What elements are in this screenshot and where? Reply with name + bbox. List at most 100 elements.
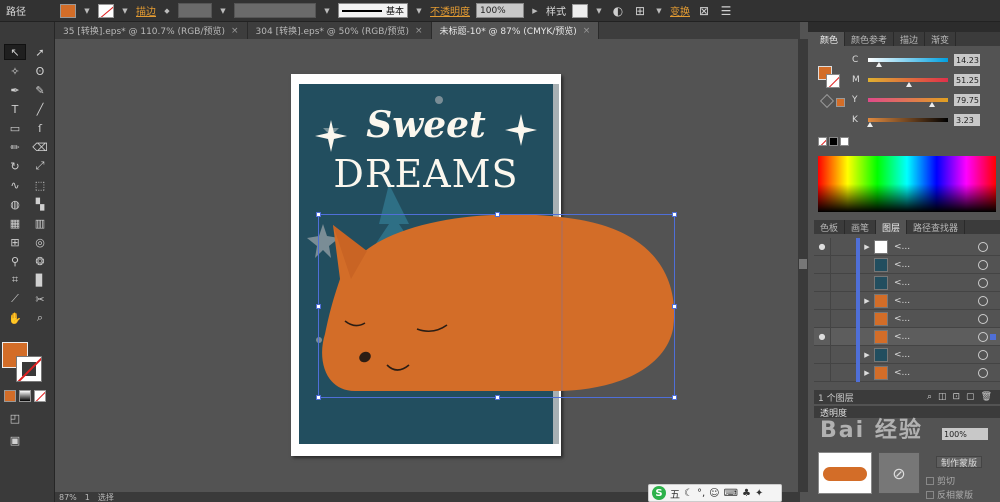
rotate-tool-icon[interactable]: ↻ [4,158,26,174]
rectangle-tool-icon[interactable]: ▭ [4,120,26,136]
target-icon[interactable] [978,367,988,378]
none-swatch[interactable] [818,137,827,146]
layer-row[interactable]: <... [814,273,1000,292]
scale-tool-icon[interactable]: ⤢ [29,158,51,174]
direct-selection-tool-icon[interactable]: ➚ [29,44,51,60]
lock-toggle[interactable] [830,273,846,292]
resize-handle[interactable] [495,212,500,217]
color-stroke-box[interactable] [826,74,840,88]
slider-marker[interactable] [876,62,883,67]
tab-color-guide[interactable]: 颜色参考 [845,32,895,46]
resize-handle[interactable] [316,395,321,400]
align-icon[interactable]: ⊞ [632,3,648,19]
eye-icon[interactable]: ● [814,242,830,251]
free-transform-tool-icon[interactable]: ⬚ [29,177,51,193]
type-tool-icon[interactable]: T [4,101,26,117]
recolor-icon[interactable]: ◐ [610,3,626,19]
layer-row[interactable]: <... [814,309,1000,328]
invert-mask-checkbox[interactable]: 反相蒙版 [926,488,973,501]
fill-swatch[interactable] [60,3,76,18]
stroke-label[interactable]: 描边 [136,3,156,18]
column-graph-tool-icon[interactable]: ▊ [29,272,51,288]
delete-layer-icon[interactable]: 🗑 [981,392,992,402]
stroke-weight-dropdown-icon[interactable]: ▼ [218,4,228,18]
lock-toggle[interactable] [830,291,846,310]
screen-mode-icon[interactable]: ▣ [4,432,26,448]
lock-toggle[interactable] [830,363,846,382]
punctuation-icon[interactable]: °, [697,488,705,499]
fill-dropdown-icon[interactable]: ▼ [82,4,92,18]
opacity-label[interactable]: 不透明度 [430,3,470,18]
layer-name[interactable]: <... [888,368,978,378]
pencil-tool-icon[interactable]: ✏ [4,139,26,155]
slider-m[interactable]: M 51.25 [852,74,980,87]
tab-pathfinder[interactable]: 路径查找器 [907,220,966,234]
resize-handle[interactable] [672,395,677,400]
link-mask-icon[interactable]: ⊘ [878,452,920,494]
artboard-tool-icon[interactable]: ⌗ [4,272,26,288]
tab-swatches[interactable]: 色板 [814,220,846,234]
lock-toggle[interactable] [830,255,846,274]
selection-tool-icon[interactable]: ↖ [4,44,26,60]
make-mask-button[interactable]: 制作蒙版 [936,456,983,469]
moon-icon[interactable]: ☾ [684,488,693,499]
channel-value[interactable]: 51.25 [954,74,980,86]
transform-link[interactable]: 变换 [670,3,690,18]
transparency-thumbnail[interactable] [818,452,872,494]
input-mode-label[interactable]: 五 [670,486,680,501]
opacity-field[interactable]: 100% [476,3,524,18]
gamut-swatch[interactable] [836,98,845,107]
layer-row-selected[interactable]: ● <... [814,327,1000,346]
slider-track[interactable] [868,78,948,87]
channel-value[interactable]: 14.23 [954,54,980,66]
style-dropdown-icon[interactable]: ▼ [594,4,604,18]
tab-color[interactable]: 颜色 [814,32,846,46]
stroke-color-box[interactable] [16,356,42,382]
variable-width-dropdown-icon[interactable]: ▼ [322,4,332,18]
tab-layers[interactable]: 图层 [876,220,908,234]
isolate-icon[interactable]: ⊠ [696,3,712,19]
layer-name[interactable]: <... [888,314,978,324]
selection-indicator[interactable] [990,333,996,340]
slider-y[interactable]: Y 79.75 [852,94,980,107]
target-icon[interactable] [978,349,988,360]
vertical-scrollbar[interactable] [798,39,808,492]
layer-name[interactable]: <... [888,296,978,306]
resize-handle[interactable] [672,304,677,309]
white-swatch[interactable] [840,137,849,146]
tab-doc-35[interactable]: 35 [转换].eps* @ 110.7% (RGB/预览) × [55,22,248,39]
settings-icon[interactable]: ✦ [755,488,763,499]
variable-width-field[interactable] [234,3,316,18]
out-of-gamut-icon[interactable] [819,93,835,109]
lock-toggle[interactable] [830,237,846,256]
scroll-thumb[interactable] [799,259,807,269]
new-sublayer-icon[interactable]: ⊡ [953,392,961,402]
slice-tool-icon[interactable]: ⟋ [4,291,26,307]
live-paint-tool-icon[interactable]: ▚ [29,196,51,212]
tab-brushes[interactable]: 画笔 [845,220,877,234]
slider-track[interactable] [867,118,948,127]
paintbrush-tool-icon[interactable]: ſ [29,120,51,136]
transparency-opacity[interactable]: 100% [942,428,988,440]
eye-icon[interactable]: ● [814,332,830,341]
ime-toolbar[interactable]: S 五 ☾ °, ☺ ⌨ ♣ ✦ [648,484,782,502]
gradient-mode-button[interactable] [19,390,31,402]
zoom-tool-icon[interactable]: ⌕ [29,310,51,326]
make-clipping-mask-icon[interactable]: ◫ [938,392,947,402]
sogou-icon[interactable]: S [652,486,666,500]
locate-object-icon[interactable]: ⌕ [927,392,932,402]
tab-doc-304[interactable]: 304 [转换].eps* @ 50% (RGB/预览) × [248,22,432,39]
curvature-tool-icon[interactable]: ✎ [29,82,51,98]
gradient-tool-icon[interactable]: ▥ [29,215,51,231]
draw-mode-icon[interactable]: ◰ [4,410,26,426]
none-mode-button[interactable] [34,390,46,402]
stroke-weight-field[interactable] [178,3,212,18]
slider-track[interactable] [868,58,948,67]
style-swatch[interactable] [572,3,588,18]
layer-name[interactable]: <... [888,278,978,288]
channel-value[interactable]: 3.23 [954,114,980,126]
channel-value[interactable]: 79.75 [954,94,980,106]
magic-wand-tool-icon[interactable]: ✧ [4,63,26,79]
close-icon[interactable]: × [583,26,591,36]
target-icon[interactable] [978,295,988,306]
